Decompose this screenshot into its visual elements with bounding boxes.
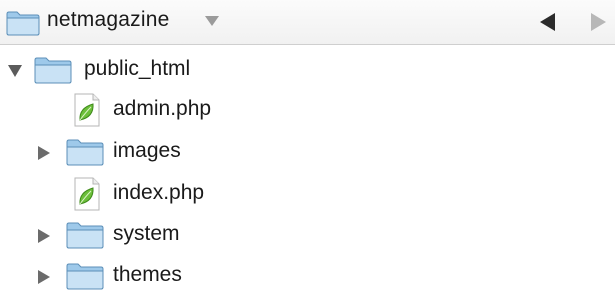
- disclosure-expanded-icon[interactable]: [8, 65, 22, 77]
- tree-item-label: system: [113, 222, 180, 245]
- disclosure-collapsed-icon[interactable]: [38, 229, 50, 243]
- file-tree: public_html admin.php images index.php s…: [0, 45, 615, 298]
- disclosure-collapsed-icon[interactable]: [38, 146, 50, 160]
- tree-item-label: images: [113, 139, 181, 162]
- folder-icon: [66, 221, 104, 254]
- dropdown-arrow-icon[interactable]: [205, 16, 219, 26]
- tree-row-themes[interactable]: themes: [0, 256, 615, 296]
- tree-item-label: themes: [113, 263, 182, 286]
- folder-icon: [6, 10, 40, 41]
- tree-row-public-html[interactable]: public_html: [0, 50, 615, 90]
- finder-window: netmagazine public_html admin.php images…: [0, 0, 615, 298]
- path-bar: netmagazine: [0, 0, 615, 45]
- current-folder-name[interactable]: netmagazine: [47, 8, 169, 32]
- disclosure-collapsed-icon[interactable]: [38, 270, 50, 284]
- tree-row-index-php[interactable]: index.php: [0, 174, 615, 214]
- tree-item-label: public_html: [84, 57, 191, 80]
- folder-icon: [34, 56, 72, 89]
- tree-item-label: index.php: [113, 181, 205, 204]
- tree-row-admin-php[interactable]: admin.php: [0, 90, 615, 130]
- tree-row-system[interactable]: system: [0, 215, 615, 255]
- forward-arrow-icon[interactable]: [591, 13, 606, 31]
- back-arrow-icon[interactable]: [540, 13, 555, 31]
- folder-icon: [66, 138, 104, 171]
- php-file-leaf-icon: [74, 93, 100, 132]
- php-file-leaf-icon: [74, 177, 100, 216]
- folder-icon: [66, 262, 104, 295]
- tree-row-images[interactable]: images: [0, 132, 615, 172]
- tree-item-label: admin.php: [113, 97, 212, 120]
